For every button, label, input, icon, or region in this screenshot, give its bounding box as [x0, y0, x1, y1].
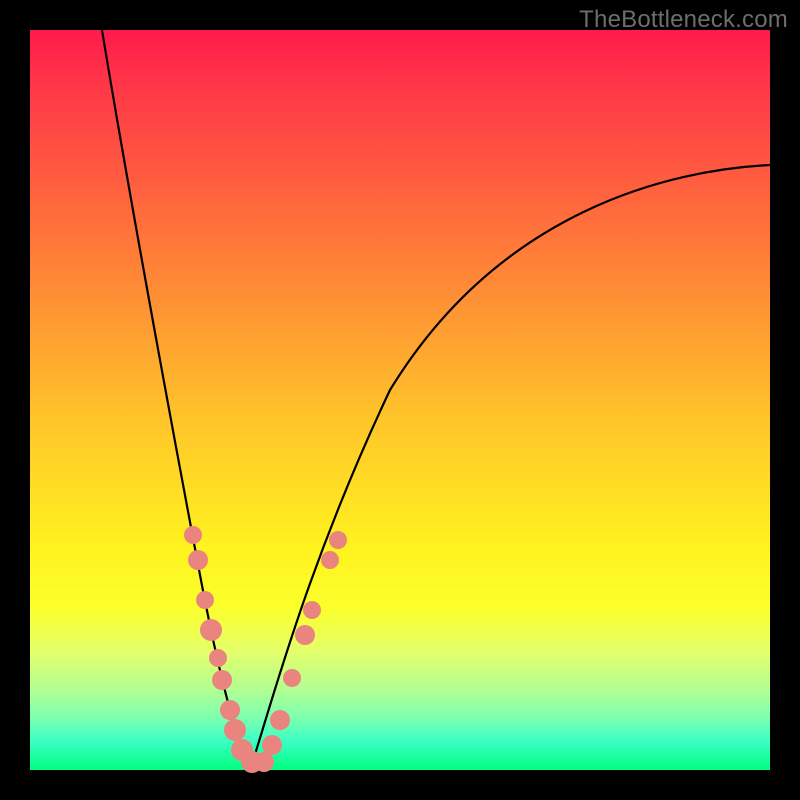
watermark-text: TheBottleneck.com	[579, 6, 788, 34]
data-bead	[224, 719, 246, 741]
data-bead	[254, 752, 274, 772]
bead-group	[184, 526, 347, 773]
data-bead	[262, 735, 282, 755]
data-bead	[303, 601, 321, 619]
data-bead	[200, 619, 222, 641]
data-bead	[184, 526, 202, 544]
data-bead	[283, 669, 301, 687]
data-bead	[295, 625, 315, 645]
data-bead	[212, 670, 232, 690]
curve-layer	[30, 30, 770, 770]
data-bead	[188, 550, 208, 570]
bottleneck-curve-right	[250, 165, 770, 770]
chart-frame: TheBottleneck.com	[0, 0, 800, 800]
data-bead	[196, 591, 214, 609]
data-bead	[220, 700, 240, 720]
chart-plot-area	[30, 30, 770, 770]
data-bead	[321, 551, 339, 569]
data-bead	[329, 531, 347, 549]
data-bead	[209, 649, 227, 667]
bottleneck-curve-left	[102, 30, 250, 770]
data-bead	[270, 710, 290, 730]
